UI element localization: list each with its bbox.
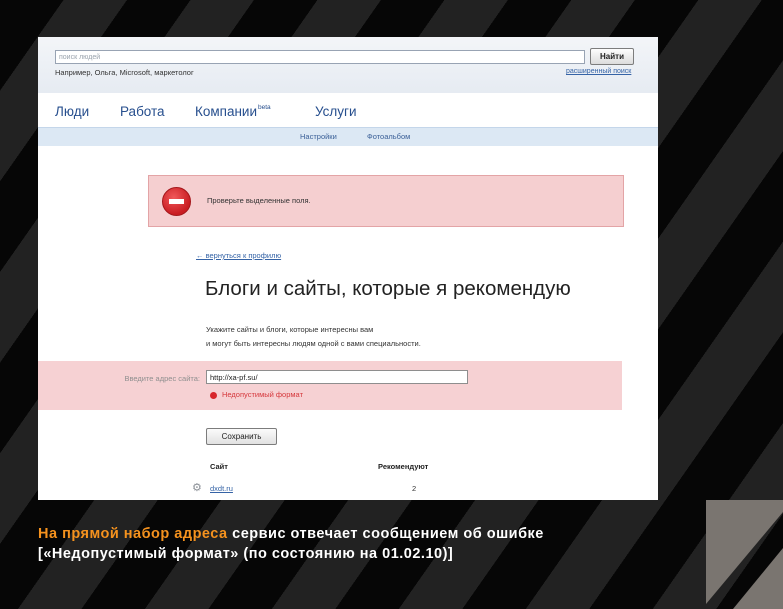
subnav-item-photoalbum[interactable]: Фотоальбом: [367, 132, 410, 141]
sub-nav: Настройки Фотоальбом: [38, 127, 658, 146]
search-example-hint: Например, Ольга, Microsoft, маркетолог: [55, 68, 194, 77]
site-url-form-row: Введите адрес сайта: http://xa-pf.su/ Не…: [38, 361, 622, 410]
nav-item-companies-label: Компании: [195, 104, 258, 119]
table-row-site-link[interactable]: dxdt.ru: [210, 484, 233, 493]
description-line: Укажите сайты и блоги, которые интересны…: [206, 325, 374, 334]
column-header-site: Сайт: [210, 462, 228, 471]
beta-badge: beta: [258, 104, 271, 111]
page-title: Блоги и сайты, которые я рекомендую: [205, 277, 571, 300]
nav-item-work[interactable]: Работа: [120, 104, 165, 119]
nav-item-services[interactable]: Услуги: [315, 104, 357, 119]
nav-item-companies[interactable]: Компанииbeta: [195, 104, 271, 119]
save-button[interactable]: Сохранить: [206, 428, 277, 445]
site-url-label: Введите адрес сайта:: [124, 374, 200, 383]
description-line: и могут быть интересны людям одной с вам…: [206, 339, 421, 348]
subnav-item-settings[interactable]: Настройки: [300, 132, 337, 141]
caption-line-2: [«Недопустимый формат» (по состоянию на …: [38, 546, 454, 562]
error-dot-icon: [210, 392, 217, 399]
magazine-page: поиск людей Найти Например, Ольга, Micro…: [0, 0, 783, 609]
main-nav: Люди Работа Компанииbeta Услуги: [38, 95, 658, 127]
advanced-search-link[interactable]: расширенный поиск: [566, 68, 631, 75]
field-error-message: Недопустимый формат: [222, 390, 304, 399]
caption-text: сервис отвечает сообщением об ошибке: [227, 526, 544, 542]
error-alert-message: Проверьте выделенные поля.: [207, 196, 311, 205]
caption-highlight: На прямой набор адреса: [38, 526, 228, 542]
column-header-recommend: Рекомендуют: [378, 462, 429, 471]
back-to-profile-link[interactable]: ← вернуться к профилю: [196, 251, 281, 260]
gear-icon[interactable]: ⚙: [192, 481, 202, 494]
search-input[interactable]: поиск людей: [55, 50, 585, 64]
screenshot-frame: поиск людей Найти Например, Ольга, Micro…: [38, 37, 658, 500]
site-url-input[interactable]: http://xa-pf.su/: [206, 370, 468, 384]
error-alert: Проверьте выделенные поля.: [148, 175, 624, 227]
nav-item-people[interactable]: Люди: [55, 104, 89, 119]
stop-icon-bar: [169, 199, 184, 204]
table-row-count: 2: [412, 484, 417, 493]
search-button[interactable]: Найти: [590, 48, 634, 65]
figure-caption: На прямой набор адреса сервис отвечает с…: [38, 524, 738, 564]
caption-line-1: На прямой набор адреса сервис отвечает с…: [38, 524, 738, 544]
page-description: Укажите сайты и блоги, которые интересны…: [206, 323, 421, 351]
search-header: поиск людей Найти Например, Ольга, Micro…: [38, 37, 658, 93]
stop-icon: [162, 187, 191, 216]
